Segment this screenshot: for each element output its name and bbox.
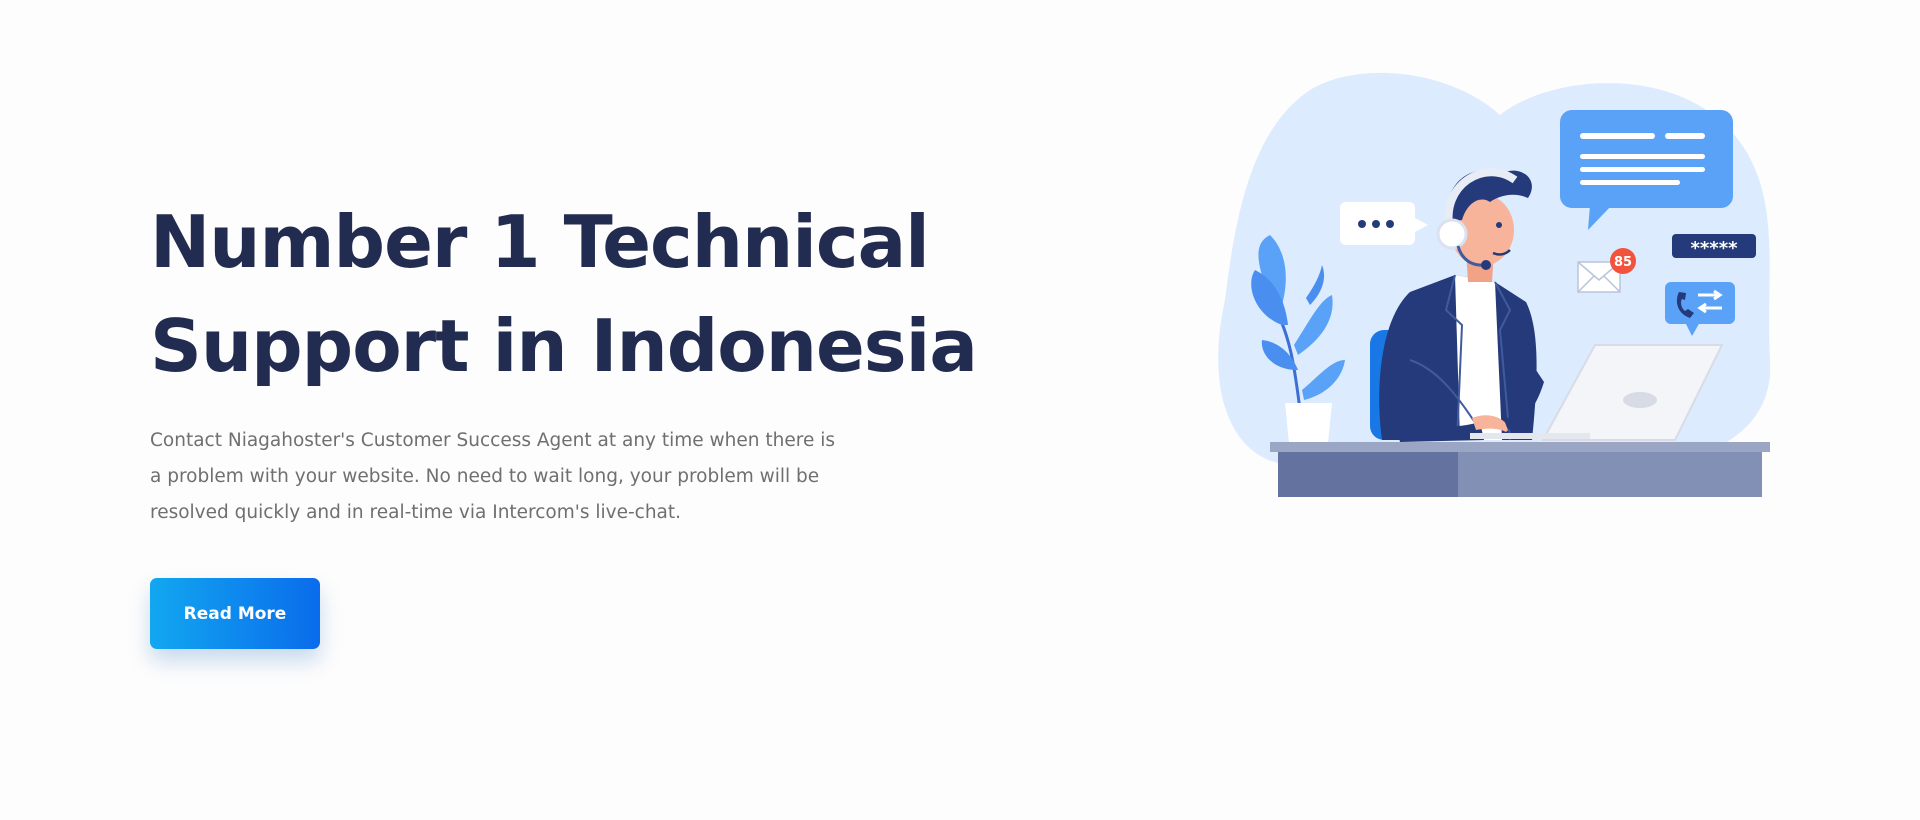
hero-title-line-1: Number 1 Technical (150, 200, 930, 284)
hero-title-line-2: Support in Indonesia (150, 304, 978, 388)
hero-description: Contact Niagahoster's Customer Success A… (150, 423, 835, 531)
read-more-button[interactable]: Read More (150, 578, 320, 649)
support-agent-illustration: ***** 85 (1218, 72, 1771, 497)
typing-bubble-icon (1340, 202, 1428, 245)
hero-description-line-2: a problem with your website. No need to … (150, 466, 820, 487)
password-field-icon: ***** (1672, 234, 1756, 259)
hero-description-line-3: resolved quickly and in real-time via In… (150, 502, 682, 523)
hero-description-line-1: Contact Niagahoster's Customer Success A… (150, 430, 835, 451)
hero-title: Number 1 Technical Support in Indonesia (150, 190, 978, 398)
desk-icon (1270, 442, 1770, 497)
password-mask: ***** (1690, 238, 1738, 259)
notification-badge-count: 85 (1614, 255, 1632, 270)
hero-section: Number 1 Technical Support in Indonesia … (0, 0, 1920, 820)
